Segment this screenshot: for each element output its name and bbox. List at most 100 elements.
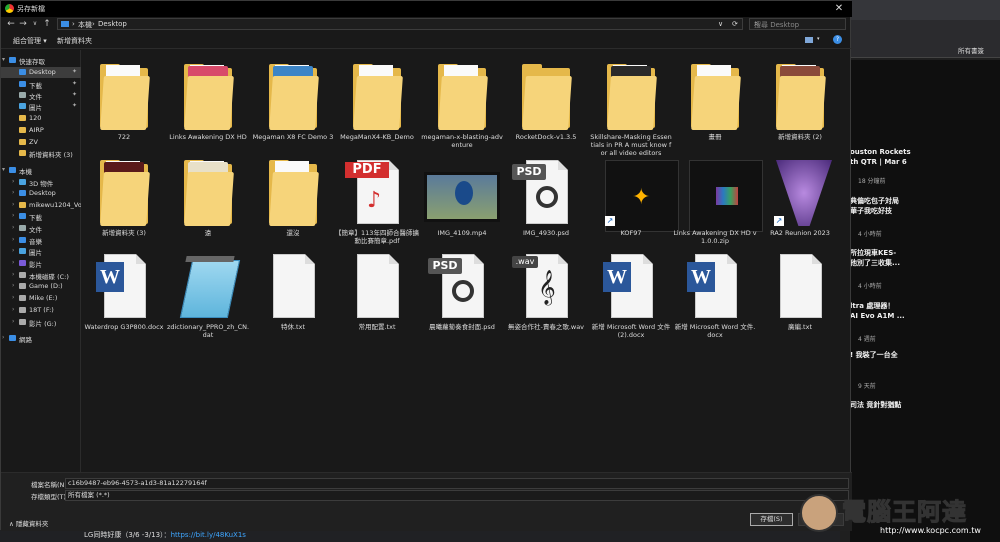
file-item[interactable]: 還沒 [251,152,335,247]
file-item[interactable]: Links Awakening DX HD v1.0.0.zip [673,152,763,247]
sidebar-item[interactable]: › 音樂 [1,235,81,246]
sidebar-item[interactable]: › 影片 [1,258,81,269]
feed-title[interactable]: AI Evo A1M ... [850,312,905,321]
file-item[interactable]: megaman-x-blasting-adventure [420,56,504,151]
file-item[interactable]: zdictionary_PPRO_zh_CN.dat [166,246,250,341]
file-item[interactable]: IMG_4109.mp4 [420,152,504,247]
sidebar-item[interactable]: › 18T (F:) [1,305,81,316]
back-arrow-icon[interactable]: ← [5,18,17,30]
feed-title[interactable]: ouston Rockets [850,148,911,157]
sidebar-item[interactable]: ZV [1,137,81,148]
refresh-icon[interactable]: ⟳ [732,20,738,28]
organize-button[interactable]: 組合管理 ▾ [13,36,47,46]
chevron-icon[interactable]: › [12,318,14,325]
sidebar-item[interactable]: › Game (D:) [1,281,81,292]
file-item[interactable]: ✦ ↗ KOF97 [589,152,679,247]
feed-title[interactable]: 司法 竟針對猶點 [850,401,901,410]
feed-title[interactable]: ltra 處理器！ [850,302,894,311]
chevron-icon[interactable]: › [12,178,14,185]
sidebar-item[interactable]: 下載 ✦ [1,79,81,90]
sidebar-item[interactable]: › mikewu1204_Vol.1 [1,200,81,211]
new-folder-button[interactable]: 新增資料夾 [57,36,92,46]
pdf-icon: PDF ♪ [345,158,405,228]
file-item[interactable]: 廣編.txt [758,246,842,341]
file-item[interactable]: 遠 [166,152,250,247]
chevron-icon[interactable]: › [12,201,14,208]
sidebar-item[interactable]: › 3D 物件 [1,177,81,188]
file-item[interactable]: W Waterdrop G3P800.docx [82,246,166,341]
file-item[interactable]: 常用配置.txt [335,246,419,341]
feed-title[interactable]: 典偏吃包子対局 [850,197,899,206]
file-item[interactable]: Links Awakening DX HD [166,56,250,151]
file-item[interactable]: Skillshare-Masking Essentials in PR A mu… [589,56,673,157]
save-button[interactable]: 存檔(S) [750,513,793,526]
file-item[interactable]: 新增資料夾 (3) [82,152,166,247]
view-options-icon[interactable] [805,37,813,43]
chevron-icon[interactable]: › [12,294,14,301]
sidebar-item[interactable]: › 文件 [1,223,81,234]
sidebar-item[interactable]: › Desktop [1,188,81,199]
file-item[interactable]: PSD IMG_4930.psd [504,152,588,247]
address-bar[interactable]: › 本機 › Desktop ∨ ⟳ [57,18,743,30]
sidebar-item[interactable]: 圖片 ✦ [1,101,81,112]
file-item[interactable]: ↗ RA2 Reunion 2023 [758,152,842,247]
chevron-down-icon[interactable]: ∨ [718,20,723,28]
sidebar-item[interactable]: 文件 ✦ [1,90,81,101]
file-item[interactable]: W 新增 Microsoft Word 文件.docx [673,246,757,341]
file-item[interactable]: 特休.txt [251,246,335,341]
sidebar-item[interactable]: 新增資料夾 (3) [1,148,81,159]
chevron-icon[interactable]: › [12,212,14,219]
chevron-icon[interactable]: › [2,334,4,341]
chevron-icon[interactable]: › [12,259,14,266]
all-bookmarks-label[interactable]: 所有書簽 [958,45,984,55]
sidebar-item[interactable]: › 網路 [1,333,81,344]
filetype-select[interactable]: 所有檔案 (*.*) [65,490,849,501]
file-item[interactable]: RocketDock-v1.3.5 [504,56,588,151]
chevron-icon[interactable]: › [12,271,14,278]
file-item[interactable]: W 新增 Microsoft Word 文件 (2).docx [589,246,673,341]
chevron-icon[interactable]: › [12,224,14,231]
sidebar-item[interactable]: 120 [1,113,81,124]
sidebar-item[interactable]: › 影片 (G:) [1,317,81,328]
file-item[interactable]: 新增資料夾 (2) [758,56,842,151]
chevron-down-icon[interactable]: ▾ [817,36,820,42]
feed-title[interactable]: ! 我裝了一台全 [850,351,898,360]
search-input[interactable]: 搜尋 Desktop ⌕ [749,18,846,30]
chevron-icon[interactable]: › [12,306,14,313]
chevron-icon[interactable]: › [12,247,14,254]
file-item[interactable]: .wav 𝄞 無姿合作社-賣春之歌.wav [504,246,588,341]
file-item[interactable]: 722 [82,56,166,151]
sidebar-item[interactable]: › 圖片 [1,246,81,257]
chevron-icon[interactable]: › [12,282,14,289]
filename-input[interactable]: c16b9487-eb96-4573-a1d3-81a12279164f [65,478,849,489]
chevron-icon[interactable]: ▾ [2,56,5,63]
file-item[interactable]: PDF ♪ 【簡章】113年四師合醫師擴勳比賽簡章.pdf [335,152,419,247]
sidebar-item[interactable]: Desktop ✦ [1,67,81,78]
file-item[interactable]: 畫冊 [673,56,757,151]
feed-title[interactable]: 華子我吃好技 [850,207,892,216]
file-item[interactable]: Megaman X8 FC Demo 3 [251,56,335,151]
file-item[interactable]: PSD 晨曦蘿蔔奏食封面.psd [420,246,504,341]
sidebar-item[interactable]: › Mike (E:) [1,293,81,304]
sidebar-item[interactable]: › 下載 [1,211,81,222]
help-icon[interactable]: ? [833,35,842,44]
file-item[interactable]: MegaManX4-KB_Demo [335,56,419,151]
chevron-icon[interactable]: › [12,236,14,243]
sidebar-item[interactable]: AIRP [1,125,81,136]
chevron-icon[interactable]: ▾ [2,166,5,173]
feed-title[interactable]: 他別了三收集... [850,259,900,268]
up-arrow-icon[interactable]: ↑ [41,18,53,30]
breadcrumb-desktop[interactable]: Desktop [98,20,127,28]
sidebar-item[interactable]: ▾ 本機 [1,165,81,176]
sidebar-item[interactable]: ▾ 快速存取 [1,55,81,66]
forward-arrow-icon[interactable]: → [17,18,29,30]
chevron-icon[interactable]: › [12,189,14,196]
chevron-down-icon[interactable]: ∨ [29,18,41,30]
hide-folders-button[interactable]: ∧ 隱藏資料夾 [9,518,48,528]
close-icon[interactable]: ✕ [832,2,846,16]
feed-title[interactable]: th QTR | Mar 6 [850,158,907,167]
breadcrumb-pc[interactable]: 本機 [78,20,92,30]
sidebar-item[interactable]: › 本機磁碟 (C:) [1,270,81,281]
feed-title[interactable]: 所拉現車KES- [850,249,896,258]
status-link[interactable]: https://bit.ly/48KuX1s [171,531,246,539]
